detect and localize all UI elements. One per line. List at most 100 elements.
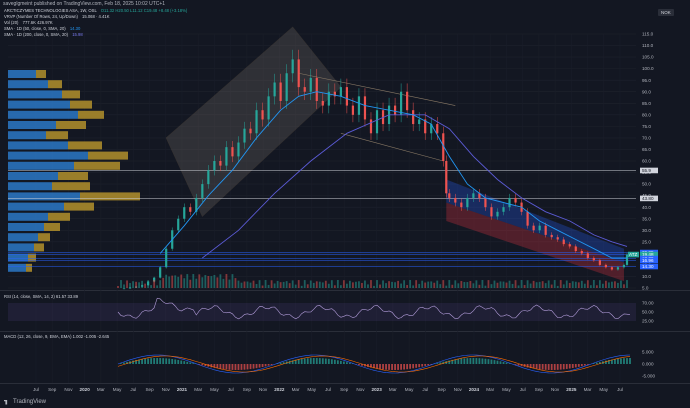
indicator-name: SMA · 1D (50, close, 0, SMA, 20): [4, 26, 66, 31]
x-tick-label: Mar: [486, 387, 494, 392]
volume-bar: [132, 281, 134, 288]
y-tick-label: 30.0: [642, 228, 651, 233]
volume-bar: [201, 277, 204, 288]
indicator-row-2[interactable]: SMA · 1D (50, close, 0, SMA, 20) 14.30: [4, 26, 80, 31]
candle-body: [297, 59, 300, 88]
indicator-row-3[interactable]: SMA · 1D (200, close, 0, SMA, 20) 15.98: [4, 32, 83, 37]
candle-body: [122, 288, 126, 290]
macd-histogram-bar: [550, 364, 553, 370]
volume-bar: [364, 280, 366, 288]
current-price-symbol: ATZ: [629, 252, 638, 257]
tradingview-brand[interactable]: TradingView: [4, 399, 46, 405]
candle-body: [574, 246, 577, 252]
volume-bar: [234, 278, 237, 288]
macd-legend[interactable]: MACD (12, 26, close, 9, EMA, EMA) 1.002 …: [4, 334, 109, 339]
x-tick-label: Nov: [551, 387, 560, 392]
macd-histogram-bar: [264, 364, 267, 367]
candle-body: [309, 77, 312, 92]
macd-histogram-bar: [252, 364, 255, 369]
indicator-values: 15.068 · 4.41K: [82, 14, 110, 19]
volume-bar: [219, 274, 222, 288]
volume-bar: [592, 280, 595, 288]
volume-profile-up: [8, 100, 70, 109]
volume-bar: [394, 282, 396, 288]
y-tick-label: 5.0: [642, 286, 649, 291]
candle-body: [261, 110, 264, 120]
macd-histogram-bar: [303, 358, 306, 364]
macd-histogram-bar: [231, 364, 234, 370]
macd-histogram-bar: [499, 361, 502, 364]
volume-bar: [358, 281, 360, 288]
macd-histogram-bar: [210, 364, 213, 368]
volume-bar: [484, 285, 487, 288]
volume-bar: [433, 282, 436, 288]
macd-tick-label: 0.000: [642, 362, 654, 367]
candle-body: [580, 251, 583, 254]
macd-histogram-bar: [568, 364, 571, 369]
volume-bar: [418, 283, 421, 288]
volume-bar: [568, 282, 571, 288]
volume-bar: [123, 284, 125, 288]
y-tick-label: 90.0: [642, 89, 651, 94]
volume-bar: [177, 276, 180, 288]
volume-bar: [180, 274, 183, 288]
volume-bar: [270, 280, 273, 288]
volume-bar: [448, 280, 451, 288]
macd-histogram-bar: [243, 364, 246, 370]
volume-bar: [120, 280, 122, 288]
y-tick-label: 40.0: [642, 205, 651, 210]
volume-bar: [243, 281, 246, 288]
ohlc-values: O11.32 H20.50 L11.12 C19.48 +8.48 (+3.18…: [100, 8, 188, 13]
volume-bar: [342, 280, 345, 288]
volume-bar: [207, 275, 210, 288]
macd-histogram-bar: [490, 359, 493, 364]
rsi-legend[interactable]: RSI (14, close, SMA, 14, 2) 61.57 33.89: [4, 294, 78, 299]
y-tick-label: 65.0: [642, 147, 651, 152]
macd-histogram-bar: [436, 363, 439, 364]
price-level-label: 55.9: [642, 168, 651, 173]
macd-tick-label: -5.000: [642, 374, 655, 379]
candle-body: [586, 253, 589, 258]
volume-bar: [273, 283, 276, 288]
x-tick-label: May: [599, 387, 608, 392]
macd-tick-label: 5.000: [642, 350, 654, 355]
macd-histogram-bar: [400, 364, 403, 370]
candle-body: [243, 128, 246, 143]
volume-bar: [556, 285, 559, 288]
volume-profile-down: [26, 263, 32, 272]
volume-bar: [237, 280, 240, 288]
volume-bar: [204, 275, 207, 288]
macd-histogram-bar: [614, 359, 616, 364]
volume-bar: [183, 278, 186, 288]
volume-bar: [415, 280, 418, 288]
volume-bar: [436, 280, 439, 288]
candle-body: [562, 239, 565, 245]
candle-body: [484, 197, 487, 208]
x-tick-label: Mar: [584, 387, 592, 392]
macd-histogram-bar: [415, 364, 418, 368]
volume-bar: [336, 280, 339, 288]
volume-bar: [379, 284, 381, 288]
price-chart[interactable]: 115.0 110.0 105.0 100.0 95.0 90.0 85.0 80.0 75.0…: [0, 0, 690, 408]
macd-histogram-bar: [466, 358, 469, 364]
candle-body: [466, 197, 469, 208]
volume-profile-down: [36, 70, 46, 78]
macd-histogram-bar: [333, 359, 336, 364]
volume-bar: [538, 281, 541, 288]
macd-histogram-bar: [189, 362, 192, 364]
volume-profile-up: [8, 212, 48, 221]
volume-bar: [385, 283, 387, 288]
indicator-row-0[interactable]: VRVP (Number Of Rows, 24, Up/Down) 15.06…: [4, 14, 110, 19]
candle-body: [255, 110, 258, 134]
candle-body: [598, 260, 601, 265]
macd-histogram-bar: [475, 358, 478, 364]
x-tick-label: May: [113, 387, 122, 392]
volume-bar: [614, 281, 616, 288]
volume-bar: [150, 285, 153, 288]
volume-bar: [361, 282, 363, 288]
currency-badge[interactable]: NOK: [658, 9, 674, 16]
macd-histogram-bar: [237, 364, 240, 370]
volume-profile-down: [48, 212, 70, 221]
volume-bar: [454, 280, 457, 288]
indicator-row-1[interactable]: Vol (20) 777.6K 426.97K: [4, 20, 53, 25]
